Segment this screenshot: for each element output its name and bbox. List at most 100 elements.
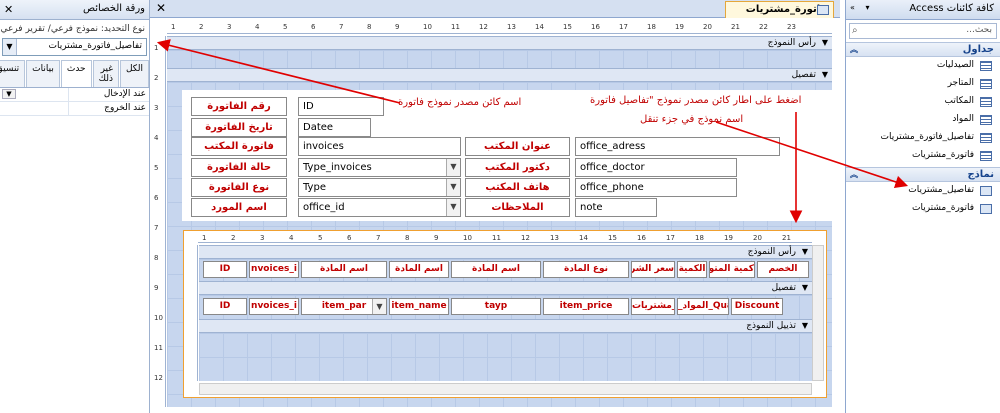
selected-object-combo[interactable]: تفاصيل_فاتورة_مشتريات ▼ [2, 38, 147, 56]
section-marker-icon: ▼ [801, 321, 808, 330]
nav-table-item[interactable]: تفاصيل_فاتورة_مشتريات [846, 129, 1000, 147]
textbox-invoices[interactable]: invoices [298, 137, 461, 156]
search-icon[interactable]: ⌕ [852, 25, 858, 36]
nav-table-item[interactable]: المتاجر [846, 75, 1000, 93]
subform-detail-bar[interactable]: ▼ تفصيل [199, 281, 812, 295]
subform-field-quantity[interactable]: _المواد_Qua [677, 298, 729, 315]
chevron-up-icon[interactable]: ︽ [850, 44, 858, 55]
chevron-down-icon[interactable]: ▼ [446, 199, 460, 216]
ruler-tick: 1 [171, 23, 176, 31]
tab-event[interactable]: حدث [60, 60, 92, 87]
subform-field-tayp[interactable]: tayp [451, 298, 541, 315]
chevron-down-icon[interactable]: ▼ [372, 299, 386, 314]
textbox-note[interactable]: note [575, 198, 657, 217]
label-office-invoice: فاتورة المكتب [191, 137, 287, 156]
property-key: عند الإدخال [103, 89, 146, 99]
selected-object-value: تفاصيل_فاتورة_مشتريات [48, 41, 143, 51]
subform-field-discount[interactable]: Discount [731, 298, 783, 315]
textbox-date[interactable]: Datee [298, 118, 371, 137]
chevron-up-icon[interactable]: ︽ [850, 169, 858, 180]
property-row[interactable]: عند الخروج [0, 102, 149, 116]
ruler-tick: 6 [311, 23, 316, 31]
tab-data[interactable]: بيانات [26, 60, 60, 87]
navigation-search-input[interactable]: بحث... ⌕ [849, 23, 997, 39]
navigation-header[interactable]: كافة كائنات Access « ▾ [846, 0, 1000, 20]
nav-item-label: المكاتب [944, 96, 974, 106]
nav-item-label: المتاجر [947, 78, 974, 88]
nav-table-item[interactable]: الصيدليات [846, 57, 1000, 75]
subform-header-bar[interactable]: ▼ رأس النموذج [199, 245, 812, 259]
close-icon[interactable]: ✕ [4, 3, 13, 16]
chevron-down-icon[interactable]: ▼ [2, 89, 16, 99]
close-document-icon[interactable]: ✕ [156, 1, 166, 15]
ruler-tick: 11 [492, 234, 501, 242]
detail-bar[interactable]: ▼ تفصيل [167, 68, 832, 82]
tab-format[interactable]: تنسيق [0, 60, 26, 87]
chevron-left-icon[interactable]: « ▾ [850, 3, 873, 12]
subform-field-invoices[interactable]: nvoices_i [249, 298, 299, 315]
textbox-office-adress[interactable]: office_adress [575, 137, 780, 156]
subform-control[interactable]: 1 2 3 4 5 6 7 8 9 10 11 12 13 14 15 16 17 18 19 20 21 ▼ رأس … [183, 230, 827, 398]
label-invoice-number: رقم الفاتورة [191, 97, 287, 116]
subform-field-id[interactable]: ID [203, 298, 247, 315]
property-value[interactable] [0, 102, 69, 115]
combo-office-id[interactable]: office_id ▼ [298, 198, 461, 217]
nav-item-label: فاتورة_مشتريات [911, 150, 974, 160]
subform-footer-bar[interactable]: ▼ تذييل النموذج [199, 319, 812, 333]
property-tabs: الكل غير ذلك حدث بيانات تنسيق [0, 60, 149, 88]
tab-other[interactable]: غير ذلك [92, 60, 119, 87]
combo-type-invoices[interactable]: Type_invoices ▼ [298, 158, 461, 177]
vertical-ruler: 1 2 3 4 5 6 7 8 9 10 11 12 [150, 36, 166, 407]
form-header-bar[interactable]: ▼ رأس النموذج [167, 36, 832, 50]
ruler-tick: 2 [231, 234, 236, 242]
subform-horizontal-scrollbar[interactable] [199, 383, 812, 395]
chevron-down-icon[interactable]: ▼ [446, 159, 460, 176]
document-tabbar: ✕ فاتورة_مشتريات [150, 0, 840, 18]
textbox-office-doctor[interactable]: office_doctor [575, 158, 737, 177]
combo-type[interactable]: Type ▼ [298, 178, 461, 197]
textbox-office-phone[interactable]: office_phone [575, 178, 737, 197]
ruler-tick: 5 [154, 164, 159, 172]
tab-all[interactable]: الكل [119, 60, 149, 87]
ruler-tick: 19 [724, 234, 733, 242]
subform-field-item-name[interactable]: item_name [389, 298, 449, 315]
form-header-label: رأس النموذج [767, 38, 816, 48]
annotation-source-note: اسم كائن مصدر نموذج فاتورة [398, 97, 522, 108]
ruler-tick: 14 [579, 234, 588, 242]
group-tables[interactable]: جداول ︽ [846, 42, 1000, 57]
annotation-drag-note-2: اسم نموذج في جزء تنقل [640, 114, 744, 125]
nav-form-item[interactable]: فاتورة_مشتريات [846, 200, 1000, 218]
detail-label: تفصيل [791, 70, 816, 80]
nav-table-item[interactable]: المكاتب [846, 93, 1000, 111]
ruler-tick: 6 [347, 234, 352, 242]
nav-form-item[interactable]: تفاصيل_مشتريات [846, 182, 1000, 200]
form-icon [817, 5, 829, 15]
combo-value: item_par [321, 301, 367, 311]
ruler-tick: 10 [463, 234, 472, 242]
subform-header-label: اسم المادة [389, 261, 449, 278]
chevron-down-icon[interactable]: ▼ [3, 39, 17, 55]
section-marker-icon: ▼ [801, 247, 808, 256]
subform-field-purchases[interactable]: ة_مشتريات [631, 298, 675, 315]
chevron-down-icon[interactable]: ▼ [446, 179, 460, 196]
ruler-tick: 7 [154, 224, 159, 232]
document-tab-label: فاتورة_مشتريات [745, 4, 827, 15]
navigation-header-label: كافة كائنات Access [909, 3, 994, 14]
subform-combo-item-par[interactable]: item_par ▼ [301, 298, 387, 315]
textbox-id[interactable]: ID [298, 97, 384, 116]
document-tab[interactable]: فاتورة_مشتريات [724, 1, 834, 18]
ruler-tick: 15 [563, 23, 572, 31]
ruler-tick: 4 [255, 23, 260, 31]
ruler-tick: 9 [154, 284, 159, 292]
nav-table-item[interactable]: المواد [846, 111, 1000, 129]
property-value[interactable]: ▼ [0, 88, 69, 101]
subform-header-label: اسم المادة [301, 261, 387, 278]
subform-field-item-price[interactable]: item_price [543, 298, 629, 315]
combo-value: office_id [303, 202, 345, 213]
label-office-doctor: دكتور المكتب [465, 158, 570, 177]
subform-vertical-scrollbar[interactable] [812, 245, 824, 381]
group-forms[interactable]: نماذج ︽ [846, 167, 1000, 182]
nav-table-item[interactable]: فاتورة_مشتريات [846, 147, 1000, 165]
property-row[interactable]: عند الإدخال ▼ [0, 88, 149, 102]
selection-type-label: نوع التحديد: نموذج فرعي/ تقرير فرعي [0, 24, 145, 34]
